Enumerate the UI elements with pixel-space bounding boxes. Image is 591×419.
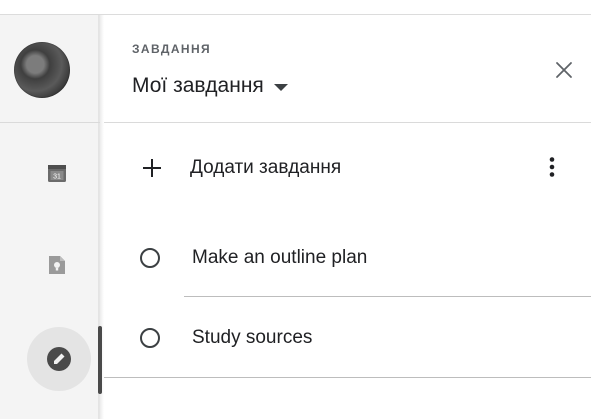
task-divider xyxy=(104,377,591,378)
more-vert-icon xyxy=(549,157,555,177)
section-label: ЗАВДАННЯ xyxy=(132,42,212,56)
close-icon xyxy=(556,62,572,78)
tasks-icon xyxy=(47,347,71,371)
plus-icon xyxy=(134,150,170,186)
tasks-icon-button[interactable] xyxy=(27,327,91,391)
keep-icon[interactable] xyxy=(42,250,72,280)
avatar[interactable] xyxy=(14,42,70,98)
task-title[interactable]: Make an outline plan xyxy=(192,247,367,269)
task-complete-checkbox[interactable] xyxy=(140,328,160,348)
add-task-button[interactable]: Додати завдання xyxy=(132,148,572,188)
task-item[interactable]: Make an outline plan xyxy=(132,238,572,278)
task-complete-checkbox[interactable] xyxy=(140,248,160,268)
calendar-day-number: 31 xyxy=(53,174,61,181)
close-button[interactable] xyxy=(550,56,578,84)
header-divider xyxy=(104,122,591,123)
calendar-icon[interactable]: 31 xyxy=(42,158,72,188)
task-item[interactable]: Study sources xyxy=(132,318,572,358)
add-task-label: Додати завдання xyxy=(190,157,342,178)
caret-down-icon xyxy=(273,83,288,91)
side-rail-divider xyxy=(0,122,100,123)
active-indicator xyxy=(98,326,102,394)
tasks-panel-window: 31 ЗАВДАННЯ Мої завдання Додати завдання… xyxy=(0,0,591,419)
more-options-button[interactable] xyxy=(540,152,564,182)
task-divider xyxy=(184,296,591,297)
list-name: Мої завдання xyxy=(132,74,264,97)
list-selector-dropdown[interactable]: Мої завдання xyxy=(132,74,288,98)
task-title[interactable]: Study sources xyxy=(192,327,312,349)
